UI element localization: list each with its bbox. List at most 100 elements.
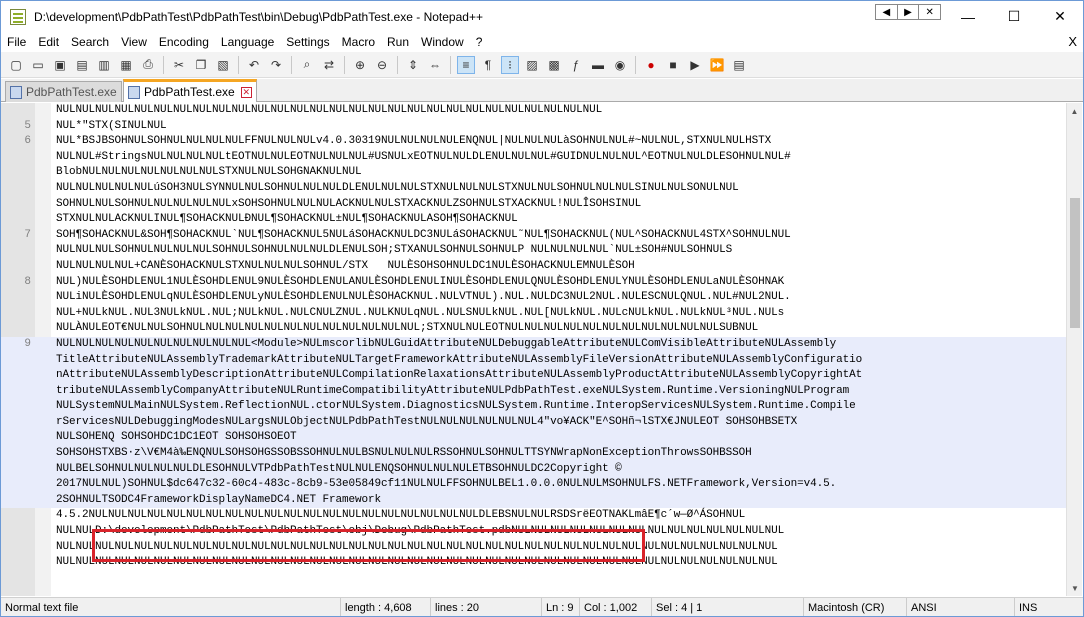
run-multiple-icon[interactable]: ⏩ [708,56,726,74]
toolbar-separator [163,55,164,74]
tab-next-icon[interactable]: ▶ [898,5,920,19]
zoom-out-icon[interactable]: ⊖ [373,56,391,74]
status-mode[interactable]: INS [1015,598,1081,617]
status-lines: lines : 20 [431,597,542,616]
copy-icon[interactable]: ❐ [192,56,210,74]
user-lang-icon[interactable]: ▨ [523,56,541,74]
scroll-down-icon[interactable]: ▼ [1067,580,1083,596]
sync-horizontal-icon[interactable]: ⇔ [426,56,444,74]
menu-run[interactable]: Run [381,32,415,52]
editor-line: BlobNULNULNULNULNULNULNULSTXNULNULSOHGNA… [1,165,1067,181]
vertical-scrollbar[interactable]: ▲ ▼ [1066,103,1082,596]
menu-encoding[interactable]: Encoding [153,32,215,52]
cut-icon[interactable]: ✂ [170,56,188,74]
save-icon[interactable]: ▣ [51,56,69,74]
toolbar-separator [344,55,345,74]
highlight-box [92,529,645,562]
tab-pdbpathtest-1[interactable]: PdbPathTest.exe [5,81,122,102]
replace-icon[interactable]: ⇄ [320,56,338,74]
line-text: NUL*"STX(SINULNUL [56,119,167,132]
menu-settings[interactable]: Settings [280,32,335,52]
line-text: NULNULNULNULNULúSOH3NULSYNNULNULSOHNULNU… [56,181,739,194]
menu-language[interactable]: Language [215,32,280,52]
new-file-icon[interactable]: ▢ [7,56,25,74]
tab-close-icon[interactable]: ✕ [240,86,252,98]
editor-line: 5 NUL*"STX(SINULNUL [1,119,1067,135]
line-text: 2017NULNUL)SOHNUL$dc647c32-60c4-483c-8cb… [56,478,837,491]
editor-line: NULÀNULEOT€NULNULSOHNULNULNULNULNULNULNU… [1,321,1067,337]
tab-bar: PdbPathTest.exe PdbPathTest.exe ✕ [1,79,1083,102]
scroll-thumb[interactable] [1070,198,1080,328]
line-text: STXNULNULACKNULINUL¶SOHACKNULÐNUL¶SOHACK… [56,213,518,226]
close-button[interactable]: ✕ [1037,1,1083,32]
play-macro-icon[interactable]: ▶ [686,56,704,74]
line-text: NUL*BSJBSOHNULSOHNULNULNULNULFFNULNULNUL… [56,135,772,148]
close-all-icon[interactable]: ▦ [117,56,135,74]
folder-workspace-icon[interactable]: ▬ [589,56,607,74]
line-number: 8 [24,275,31,288]
status-eol[interactable]: Macintosh (CR) [804,597,907,616]
zoom-in-icon[interactable]: ⊕ [351,56,369,74]
menu-macro[interactable]: Macro [336,32,381,52]
editor-line: 2017NULNUL)SOHNUL$dc647c32-60c4-483c-8cb… [1,477,1067,493]
line-text: NULNUL#StringsNULNULNULNULtEOTNULNULEOTN… [56,150,791,163]
line-text: NULNULNULNULNULNULNULNULNULNUL<Module>NU… [56,337,837,350]
tab-pdbpathtest-2[interactable]: PdbPathTest.exe ✕ [123,79,257,102]
save-macro-icon[interactable]: ▤ [730,56,748,74]
sync-vertical-icon[interactable]: ⇕ [404,56,422,74]
stop-record-icon[interactable]: ■ [664,56,682,74]
close-icon[interactable]: ▥ [95,56,113,74]
line-text: NULSystemNULMainNULSystem.ReflectionNUL.… [56,400,856,413]
editor-line: SOHNULNULSOHNULNULNULNULNULxSOHSOHNULNUL… [1,197,1067,213]
tab-prev-icon[interactable]: ◀ [876,5,898,19]
menu-view[interactable]: View [115,32,153,52]
window-controls: — ☐ ✕ [945,1,1083,32]
editor-line: NULBELSOHNULNULNULNULDLESOHNULVTPdbPathT… [1,461,1067,478]
editor-line: STXNULNULACKNULINUL¶SOHACKNULÐNUL¶SOHACK… [1,212,1067,228]
undo-icon[interactable]: ↶ [245,56,263,74]
menu-file[interactable]: File [1,32,32,52]
menu-window[interactable]: Window [415,32,470,52]
editor-line: 6 NUL*BSJBSOHNULSOHNULNULNULNULFFNULNULNU… [1,134,1067,150]
menu-help[interactable]: ? [470,32,489,52]
doc-map-icon[interactable]: ▩ [545,56,563,74]
status-encoding[interactable]: ANSI [907,597,1015,616]
line-text: 2SOHNULTSODC4FrameworkDisplayNameDC4.NET… [56,493,382,506]
redo-icon[interactable]: ↷ [267,56,285,74]
toolbar-separator [397,55,398,74]
open-file-icon[interactable]: ▭ [29,56,47,74]
status-length: length : 4,608 [341,597,431,616]
editor-area[interactable]: NULNULNULNULNULNULNULNULNULNULNULNULNULN… [1,103,1067,596]
record-macro-icon[interactable]: ● [642,56,660,74]
show-all-chars-icon[interactable]: ¶ [479,56,497,74]
print-icon[interactable]: ⎙ [139,56,157,74]
menu-edit[interactable]: Edit [32,32,65,52]
function-list-icon[interactable]: ƒ [567,56,585,74]
menu-search[interactable]: Search [65,32,115,52]
toolbar-separator [238,55,239,74]
tab-close-icon[interactable]: ✕ [919,5,940,19]
paste-icon[interactable]: ▧ [214,56,232,74]
line-text: NULSOHENQ SOHSOHDC1DC1EOT SOHSOHSOEOT [56,431,297,444]
save-all-icon[interactable]: ▤ [73,56,91,74]
indent-guide-icon[interactable]: ⁝ [501,55,519,74]
line-text: NULNULNULNULNULNULNULNULNULNULNULNULNULN… [56,104,603,116]
word-wrap-icon[interactable]: ≡ [457,55,475,74]
notepad-plus-plus-window: D:\development\PdbPathTest\PdbPathTest\b… [0,0,1084,617]
minimize-button[interactable]: — [945,1,991,32]
status-ln: Ln : 9 [542,597,580,616]
editor-line: TitleAttributeNULAssemblyTrademarkAttrib… [1,352,1067,369]
editor-line: NULSystemNULMainNULSystem.ReflectionNUL.… [1,399,1067,415]
find-icon[interactable]: ⌕ [298,56,316,74]
tab-label: PdbPathTest.exe [144,85,235,99]
editor-line: 7 SOH¶SOHACKNUL&SOH¶SOHACKNUL`NUL¶SOHACKN… [1,228,1067,244]
editor-line: NULNULNULNULNULúSOH3NULSYNNULNULSOHNULNU… [1,181,1067,197]
scroll-up-icon[interactable]: ▲ [1067,103,1082,119]
menu-close-doc-icon[interactable]: X [1068,32,1077,52]
menu-bar: File Edit Search View Encoding Language … [1,32,1083,52]
monitor-icon[interactable]: ◉ [611,56,629,74]
editor-line: nAttributeNULAssemblyDescriptionAttribut… [1,368,1067,384]
maximize-button[interactable]: ☐ [991,1,1037,32]
line-text: NULNULNULSOHNULNULNULNULSOHNULSOHNULNULN… [56,244,733,257]
window-title: D:\development\PdbPathTest\PdbPathTest\b… [34,9,483,24]
